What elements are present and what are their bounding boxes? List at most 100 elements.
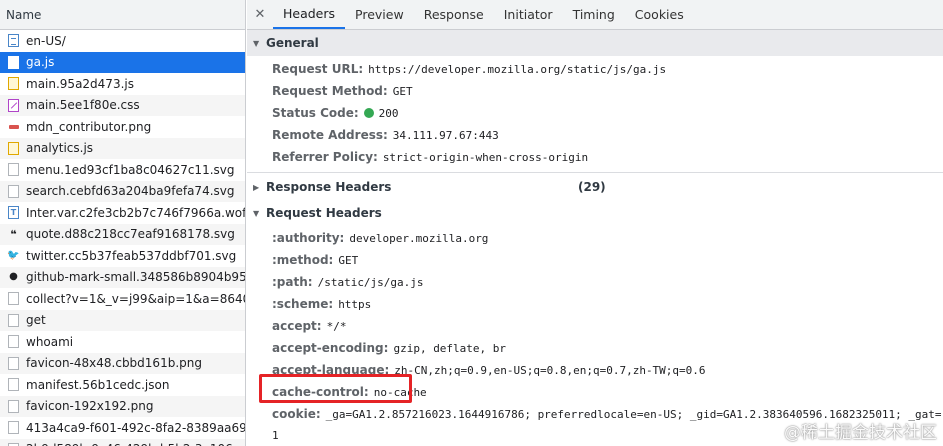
header-key: cookie: <box>272 407 321 421</box>
cache-control-highlight-box <box>259 374 412 403</box>
blank-file-icon <box>8 421 19 435</box>
tab-list: Headers Preview Response Initiator Timing Coo… <box>273 0 694 29</box>
header-value: https <box>338 297 372 311</box>
tab-headers[interactable]: Headers <box>273 0 346 29</box>
quote-icon: ❝ <box>10 227 17 241</box>
header-value: GET <box>338 253 359 267</box>
js-file-icon <box>8 77 19 91</box>
header-value: 200 <box>378 106 399 120</box>
tab-response[interactable]: Response <box>414 0 494 29</box>
request-name: 413a4ca9-f601-492c-8fa2-8389aa69b5... <box>26 420 245 435</box>
request-headers-section-header[interactable]: ▼ Request Headers <box>247 200 943 226</box>
request-name: menu.1ed93cf1ba8c04627c11.svg <box>26 162 235 177</box>
request-list-item[interactable]: 2b9d589b-9c46-429b-b5b2-3a106cc9f... <box>0 438 245 446</box>
request-list: en-US/ga.js main.95a2d473.js main.5ee1f80e… <box>0 30 245 446</box>
request-list-item[interactable]: favicon-192x192.png <box>0 395 245 417</box>
status-ok-icon <box>363 108 374 118</box>
request-list-item[interactable]: ❝ quote.d88c218cc7eaf9168178.svg <box>0 223 245 245</box>
request-header-row: :path: /static/js/ga.js <box>247 271 943 293</box>
request-list-item[interactable]: favicon-48x48.cbbd161b.png <box>0 352 245 374</box>
response-headers-count: (29) <box>578 180 606 194</box>
blank-file-icon <box>8 399 19 413</box>
triangle-down-icon: ▼ <box>253 38 260 48</box>
header-key: Status Code: <box>272 106 359 120</box>
request-name: favicon-192x192.png <box>26 399 154 414</box>
request-list-item[interactable]: manifest.56b1cedc.json <box>0 374 245 396</box>
request-name: twitter.cc5b37feab537ddbf701.svg <box>26 248 237 263</box>
request-list-item[interactable]: 🐦 twitter.cc5b37feab537ddbf701.svg <box>0 245 245 267</box>
triangle-right-icon: ▶ <box>253 182 260 192</box>
request-name: get <box>26 313 46 328</box>
name-column-header[interactable]: Name <box>0 0 245 30</box>
request-list-item[interactable]: menu.1ed93cf1ba8c04627c11.svg <box>0 159 245 181</box>
general-row: Remote Address: 34.111.97.67:443 <box>247 124 943 146</box>
twitter-bird-icon: 🐦 <box>7 249 20 261</box>
header-key: Referrer Policy: <box>272 150 378 164</box>
header-value: strict-origin-when-cross-origin <box>382 150 589 164</box>
close-icon[interactable]: ✕ <box>247 0 273 29</box>
document-icon <box>8 34 19 48</box>
request-list-item[interactable]: get <box>0 309 245 331</box>
general-section-header[interactable]: ▼ General <box>247 30 943 56</box>
font-file-icon: T <box>8 206 19 220</box>
request-header-row: :scheme: https <box>247 293 943 315</box>
section-divider <box>247 172 943 173</box>
tab-cookies[interactable]: Cookies <box>625 0 694 29</box>
request-header-row: accept-encoding: gzip, deflate, br <box>247 337 943 359</box>
request-list-item[interactable]: collect?v=1&_v=j99&aip=1&a=86408... <box>0 288 245 310</box>
blank-file-icon <box>8 335 19 349</box>
request-list-item[interactable]: ga.js <box>0 51 245 73</box>
request-details-panel: ✕ Headers Preview Response Initiator Timing C… <box>247 0 943 446</box>
header-key: Remote Address: <box>272 128 388 142</box>
header-key: :method: <box>272 253 334 267</box>
css-file-icon <box>8 98 19 112</box>
response-headers-title: Response Headers <box>266 180 392 194</box>
header-key: :authority: <box>272 231 345 245</box>
request-header-row: accept: */* <box>247 315 943 337</box>
request-list-item[interactable]: 413a4ca9-f601-492c-8fa2-8389aa69b5... <box>0 417 245 439</box>
blank-file-icon <box>8 356 19 370</box>
request-list-item[interactable]: whoami <box>0 331 245 353</box>
general-rows: Request URL: https://developer.mozilla.or… <box>247 56 943 168</box>
details-tabbar: ✕ Headers Preview Response Initiator Timing C… <box>247 0 943 30</box>
tab-initiator[interactable]: Initiator <box>494 0 563 29</box>
tab-preview[interactable]: Preview <box>345 0 414 29</box>
request-list-item[interactable]: ● github-mark-small.348586b8904b950b... <box>0 266 245 288</box>
header-value: zh-CN,zh;q=0.9,en-US;q=0.8,en;q=0.7,zh-T… <box>394 363 706 377</box>
request-name: favicon-48x48.cbbd161b.png <box>26 356 202 371</box>
request-name: search.cebfd63a204ba9fefa74.svg <box>26 184 235 199</box>
blank-file-icon <box>8 313 19 327</box>
request-list-item[interactable]: search.cebfd63a204ba9fefa74.svg <box>0 180 245 202</box>
general-row: Referrer Policy: strict-origin-when-cross… <box>247 146 943 168</box>
header-key: accept: <box>272 319 322 333</box>
request-header-row: :authority: developer.mozilla.org <box>247 227 943 249</box>
header-key: :scheme: <box>272 297 334 311</box>
request-name: Inter.var.c2fe3cb2b7c746f7966a.woff2 <box>26 205 245 220</box>
response-headers-section-header[interactable]: ▶ Response Headers (29) <box>247 174 943 200</box>
request-list-item[interactable]: main.5ee1f80e.css <box>0 94 245 116</box>
request-list-item[interactable]: en-US/ <box>0 30 245 52</box>
request-name: quote.d88c218cc7eaf9168178.svg <box>26 227 235 242</box>
request-name: main.5ee1f80e.css <box>26 98 140 113</box>
tab-timing[interactable]: Timing <box>563 0 625 29</box>
request-header-row: :method: GET <box>247 249 943 271</box>
github-icon: ● <box>9 271 18 283</box>
request-list-item[interactable]: mdn_contributor.png <box>0 116 245 138</box>
header-value: */* <box>326 319 347 333</box>
triangle-down-icon: ▼ <box>253 208 260 218</box>
header-key: Request URL: <box>272 62 364 76</box>
request-name: analytics.js <box>26 141 94 156</box>
general-row: Request URL: https://developer.mozilla.or… <box>247 58 943 80</box>
request-list-item[interactable]: main.95a2d473.js <box>0 73 245 95</box>
request-list-item[interactable]: analytics.js <box>0 137 245 159</box>
blank-file-icon <box>8 184 19 198</box>
request-name: collect?v=1&_v=j99&aip=1&a=86408... <box>26 291 245 306</box>
header-key: Request Method: <box>272 84 388 98</box>
header-key: :path: <box>272 275 313 289</box>
header-value: /static/js/ga.js <box>317 275 424 289</box>
request-headers-title: Request Headers <box>266 206 382 220</box>
request-list-item[interactable]: T Inter.var.c2fe3cb2b7c746f7966a.woff2 <box>0 202 245 224</box>
request-name: ga.js <box>26 55 55 70</box>
request-name: mdn_contributor.png <box>26 119 152 134</box>
header-value: https://developer.mozilla.org/static/js/… <box>368 62 667 76</box>
